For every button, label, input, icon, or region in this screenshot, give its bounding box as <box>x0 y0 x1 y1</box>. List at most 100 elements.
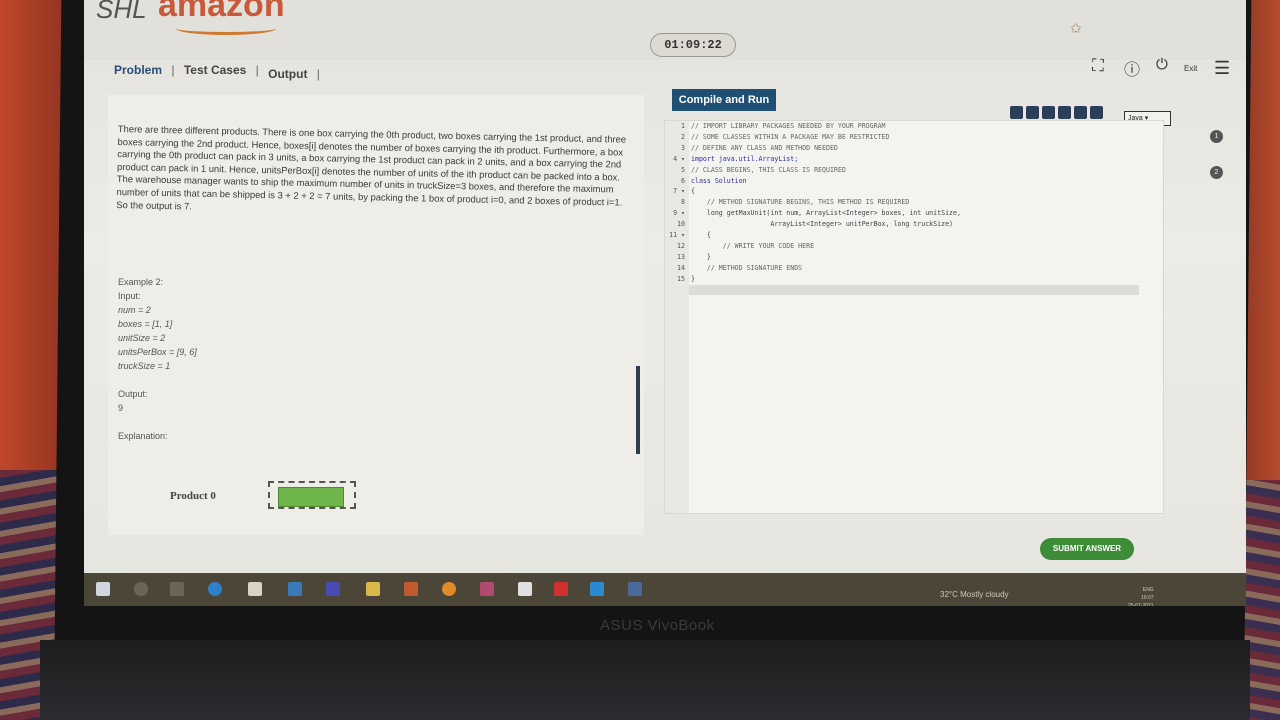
clock-time: 16:07 <box>1141 595 1154 601</box>
code-text: // METHOD SIGNATURE BEGINS, THIS METHOD … <box>691 198 910 207</box>
tab-test-cases[interactable]: Test Cases <box>184 63 246 77</box>
tab-output[interactable]: Output <box>268 67 307 81</box>
layout-icon[interactable] <box>1074 106 1087 119</box>
code-line[interactable]: 15} <box>665 274 961 285</box>
line-number: 11 ▾ <box>669 231 685 240</box>
code-line[interactable]: 6 class Solution <box>665 176 961 187</box>
code-line[interactable]: 4 ▾ import java.util.ArrayList; <box>665 154 961 165</box>
code-text: ArrayList<Integer> unitPerBox, long truc… <box>691 220 954 229</box>
search-icon[interactable] <box>134 582 148 596</box>
line-number: 6 <box>681 176 685 185</box>
code-line[interactable]: 9 ▾ long getMaxUnit(int num, ArrayList<I… <box>665 208 961 219</box>
example-title: Example 2: <box>118 277 164 287</box>
firefox-icon[interactable] <box>442 582 456 596</box>
problem-pane: There are three different products. Ther… <box>108 95 644 535</box>
code-text: import java.util.ArrayList; <box>691 154 799 163</box>
task-view-icon[interactable] <box>170 582 184 596</box>
reset-icon[interactable] <box>1010 106 1023 119</box>
tab-separator: | <box>171 63 175 77</box>
laptop-keyboard <box>40 640 1250 720</box>
code-text: } <box>691 274 695 283</box>
exit-label[interactable]: Exit <box>1184 64 1197 73</box>
store-icon[interactable] <box>248 582 262 596</box>
expand-icon[interactable] <box>1090 106 1103 119</box>
theme-icon[interactable] <box>1058 106 1071 119</box>
input-value: unitSize = 2 <box>118 333 166 343</box>
code-text: { <box>691 231 711 240</box>
input-value: unitsPerBox = [9, 6] <box>118 347 197 357</box>
media-player-icon[interactable] <box>590 582 604 596</box>
code-line[interactable]: 5 // CLASS BEGINS, THIS CLASS IS REQUIRED <box>665 165 961 176</box>
code-text: // DEFINE ANY CLASS AND METHOD NEEDED <box>691 143 838 152</box>
app-icon[interactable] <box>326 582 340 596</box>
line-number: 10 <box>677 220 685 229</box>
submit-answer-button[interactable]: SUBMIT ANSWER <box>1040 538 1134 560</box>
code-text: long getMaxUnit(int num, ArrayList<Integ… <box>691 209 961 218</box>
code-lines[interactable]: 1 // IMPORT LIBRARY PACKAGES NEEDED BY YO… <box>665 121 961 285</box>
question-1-button[interactable]: 1 <box>1210 130 1223 143</box>
code-line[interactable]: 11 ▾ { <box>665 230 961 241</box>
example-section: Example 2: Input: num = 2 boxes = [1, 1]… <box>118 275 197 443</box>
tab-separator: | <box>316 67 320 81</box>
compile-and-run-button[interactable]: Compile and Run <box>672 89 776 111</box>
question-2-button[interactable]: 2 <box>1210 166 1223 179</box>
code-text: // METHOD SIGNATURE ENDS <box>691 263 803 272</box>
input-value: num = 2 <box>118 305 151 315</box>
problem-scrollbar[interactable] <box>636 366 640 454</box>
line-number: 2 <box>681 132 685 141</box>
tab-bar: Problem | Test Cases | Output | <box>114 63 326 81</box>
code-line[interactable]: 8 // METHOD SIGNATURE BEGINS, THIS METHO… <box>665 197 961 208</box>
code-text: // WRITE YOUR CODE HERE <box>691 241 815 250</box>
weather-status[interactable]: 32°C Mostly cloudy <box>940 590 1009 599</box>
code-line[interactable]: 2 // SOME CLASSES WITHIN A PACKAGE MAY BE… <box>665 132 961 143</box>
output-label: Output: <box>118 389 148 399</box>
tab-separator: | <box>255 63 259 77</box>
figure-box <box>278 487 344 507</box>
code-line[interactable]: 10 ArrayList<Integer> unitPerBox, long t… <box>665 219 961 230</box>
app-icon[interactable] <box>628 582 642 596</box>
line-number: 5 <box>681 165 685 174</box>
code-text: class Solution <box>691 176 747 185</box>
notepad-icon[interactable] <box>518 582 532 596</box>
shl-logo: SHL <box>96 0 147 24</box>
code-line[interactable]: 1 // IMPORT LIBRARY PACKAGES NEEDED BY YO… <box>665 121 961 132</box>
code-text: { <box>691 187 695 196</box>
countdown-timer: 01:09:22 <box>650 33 736 57</box>
line-number: 9 ▾ <box>673 209 685 218</box>
settings-icon[interactable] <box>1042 106 1055 119</box>
system-clock[interactable]: ENG 16:07 25-07-2021 <box>1128 586 1154 606</box>
input-value: truckSize = 1 <box>118 361 171 371</box>
code-line[interactable]: 7 ▾ { <box>665 186 961 197</box>
clock-date: 25-07-2021 <box>1128 603 1154 606</box>
code-line[interactable]: 3 // DEFINE ANY CLASS AND METHOD NEEDED <box>665 143 961 154</box>
mail-icon[interactable] <box>288 582 302 596</box>
input-value: boxes = [1, 1] <box>118 319 173 329</box>
code-line[interactable]: 13 } <box>665 252 961 263</box>
line-number: 14 <box>677 263 685 272</box>
app-icon[interactable] <box>480 582 494 596</box>
line-number: 7 ▾ <box>673 187 685 196</box>
code-text: // IMPORT LIBRARY PACKAGES NEEDED BY YOU… <box>691 122 886 130</box>
tab-problem[interactable]: Problem <box>114 63 162 77</box>
code-editor[interactable]: 1 // IMPORT LIBRARY PACKAGES NEEDED BY YO… <box>664 120 1164 514</box>
code-line[interactable]: 12 // WRITE YOUR CODE HERE <box>665 241 961 252</box>
laptop-brand: ASUS VivoBook <box>600 617 715 634</box>
menu-icon[interactable]: ☰ <box>1214 58 1230 79</box>
problem-statement: There are three different products. Ther… <box>116 123 633 222</box>
edge-icon[interactable] <box>208 582 222 596</box>
code-text: // SOME CLASSES WITHIN A PACKAGE MAY BE … <box>691 132 890 141</box>
line-number: 12 <box>677 241 685 250</box>
line-number: 15 <box>677 274 685 283</box>
explanation-label: Explanation: <box>118 431 168 441</box>
file-explorer-icon[interactable] <box>366 582 380 596</box>
acrobat-icon[interactable] <box>554 582 568 596</box>
exit-icon[interactable]: ⏻ <box>1156 56 1168 73</box>
star-icon[interactable]: ✩ <box>1070 20 1082 37</box>
fullscreen-icon[interactable]: ⛶ <box>1092 56 1104 76</box>
lang-indicator: ENG <box>1142 587 1154 593</box>
office-icon[interactable] <box>404 582 418 596</box>
save-icon[interactable] <box>1026 106 1039 119</box>
windows-start-icon[interactable] <box>96 582 110 596</box>
code-line[interactable]: 14 // METHOD SIGNATURE ENDS <box>665 263 961 274</box>
help-icon[interactable]: ⓘ <box>1124 56 1140 80</box>
